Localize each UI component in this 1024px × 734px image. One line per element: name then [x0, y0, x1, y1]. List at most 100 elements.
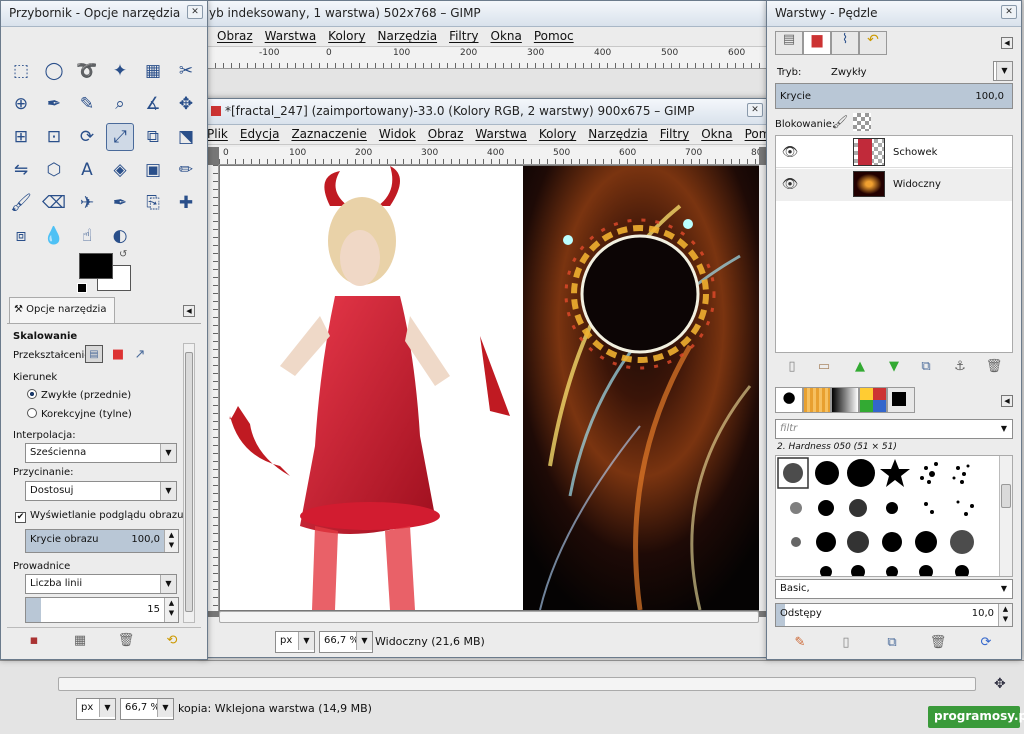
main-zoom-select[interactable]: 66,7 % ▼: [319, 631, 373, 653]
transform-layer-icon[interactable]: ▤: [85, 345, 103, 363]
bucket-fill-tool-icon[interactable]: ◈: [106, 156, 134, 184]
tab-gradients[interactable]: [831, 387, 859, 413]
paintbrush-tool-icon[interactable]: 🖌: [7, 189, 35, 217]
default-colors-icon[interactable]: [77, 283, 87, 293]
foreground-select-tool-icon[interactable]: ⊕: [7, 90, 35, 118]
eye-icon[interactable]: 👁: [781, 143, 799, 161]
duplicate-layer-icon[interactable]: ⧉: [917, 357, 935, 375]
tab-channels[interactable]: ▆: [803, 31, 831, 55]
delete-icon[interactable]: 🗑: [117, 631, 135, 649]
fuzzy-select-tool-icon[interactable]: ✦: [106, 57, 134, 85]
tab-paths[interactable]: ⌇: [831, 31, 859, 55]
tab-menu-icon[interactable]: ◀: [183, 305, 195, 317]
mode-select-arrow[interactable]: ▼: [993, 61, 1013, 81]
eraser-tool-icon[interactable]: ⌫: [40, 189, 68, 217]
menu-filtry[interactable]: Filtry: [449, 29, 478, 43]
back-unit-select[interactable]: px ▼: [76, 698, 116, 720]
close-icon[interactable]: ✕: [747, 103, 763, 117]
brush-filter-input[interactable]: filtr ▼: [775, 419, 1013, 439]
anchor-icon[interactable]: ⚓: [951, 357, 969, 375]
spinner-icon[interactable]: ▲ ▼: [164, 598, 178, 622]
lower-layer-icon[interactable]: ▼: [885, 357, 903, 375]
menu-narzedzia[interactable]: Narzędzia: [378, 29, 438, 43]
tab-palettes[interactable]: [859, 387, 887, 413]
brush-set-select[interactable]: Basic, ▼: [775, 579, 1013, 599]
shear-tool-icon[interactable]: ⧉: [139, 123, 167, 151]
back-horizontal-scrollbar[interactable]: [58, 677, 976, 691]
crop-tool-icon[interactable]: ⊡: [40, 123, 68, 151]
main-window-titlebar[interactable]: *[fractal_247] (zaimportowany)-33.0 (Kol…: [201, 99, 767, 125]
reset-icon[interactable]: ⟲: [163, 631, 181, 649]
transform-selection-icon[interactable]: ■: [109, 345, 127, 363]
scissors-tool-icon[interactable]: ✂: [172, 57, 200, 85]
menu-okna[interactable]: Okna: [701, 127, 732, 141]
direction-corrective-radio[interactable]: Korekcyjne (tylne): [27, 408, 132, 420]
ellipse-select-tool-icon[interactable]: ◯: [40, 57, 68, 85]
zoom-tool-icon[interactable]: ⌕: [106, 90, 134, 118]
main-unit-select[interactable]: px ▼: [275, 631, 315, 653]
smudge-tool-icon[interactable]: ☝: [73, 222, 101, 250]
new-group-icon[interactable]: ▭: [815, 357, 833, 375]
brush-grid-scrollbar[interactable]: [999, 456, 1012, 576]
back-window-titlebar[interactable]: yb indeksowany, 1 warstwa) 502x768 – GIM…: [151, 1, 769, 27]
new-layer-icon[interactable]: ▯: [783, 357, 801, 375]
image-canvas[interactable]: [220, 166, 759, 610]
lines-count-slider[interactable]: 15 ▲ ▼: [25, 597, 179, 623]
transform-path-icon[interactable]: ↗: [131, 345, 149, 363]
restore-icon[interactable]: ▦: [71, 631, 89, 649]
menu-filtry[interactable]: Filtry: [660, 127, 689, 141]
scrollbar-thumb[interactable]: [1001, 484, 1011, 508]
airbrush-tool-icon[interactable]: ✈: [73, 189, 101, 217]
perspective-tool-icon[interactable]: ⬔: [172, 123, 200, 151]
guides-select[interactable]: Liczba linii ▼: [25, 574, 177, 594]
toolbox-titlebar[interactable]: Przybornik - Opcje narzędzia ✕: [1, 1, 207, 27]
delete-icon[interactable]: 🗑: [929, 633, 947, 651]
spinner-icon[interactable]: ▲ ▼: [998, 604, 1012, 626]
back-zoom-select[interactable]: 66,7 % ▼: [120, 698, 174, 720]
new-brush-icon[interactable]: ▯: [837, 633, 855, 651]
flip-tool-icon[interactable]: ⇋: [7, 156, 35, 184]
lock-alpha-icon[interactable]: [853, 113, 871, 131]
menu-edycja[interactable]: Edycja: [240, 127, 280, 141]
interpolation-select[interactable]: Sześcienna ▼: [25, 443, 177, 463]
dodge-tool-icon[interactable]: ◐: [106, 222, 134, 250]
blur-tool-icon[interactable]: 💧: [40, 222, 68, 250]
menu-kolory[interactable]: Kolory: [539, 127, 576, 141]
menu-warstwa[interactable]: Warstwa: [475, 127, 527, 141]
tab-patterns[interactable]: [803, 387, 831, 413]
menu-obraz[interactable]: Obraz: [428, 127, 464, 141]
image-opacity-slider[interactable]: Krycie obrazu 100,0 ▲ ▼: [25, 529, 179, 553]
color-select-tool-icon[interactable]: ▦: [139, 57, 167, 85]
clipping-select[interactable]: Dostosuj ▼: [25, 481, 177, 501]
blend-tool-icon[interactable]: ▣: [139, 156, 167, 184]
menu-obraz[interactable]: Obraz: [217, 29, 253, 43]
move-tool-icon[interactable]: ✥: [172, 90, 200, 118]
navigate-icon[interactable]: ✥: [994, 676, 1006, 692]
delete-icon[interactable]: 🗑: [985, 357, 1003, 375]
layer-opacity-slider[interactable]: Krycie 100,0: [775, 83, 1013, 109]
align-tool-icon[interactable]: ⊞: [7, 123, 35, 151]
spinner-icon[interactable]: ▲ ▼: [164, 530, 178, 552]
raise-layer-icon[interactable]: ▲: [851, 357, 869, 375]
measure-tool-icon[interactable]: ∡: [139, 90, 167, 118]
perspective-clone-tool-icon[interactable]: ⧈: [7, 222, 35, 250]
swap-colors-icon[interactable]: ↺: [119, 249, 127, 260]
text-tool-icon[interactable]: A: [73, 156, 101, 184]
rotate-tool-icon[interactable]: ⟳: [73, 123, 101, 151]
menu-kolory[interactable]: Kolory: [328, 29, 365, 43]
cage-tool-icon[interactable]: ⬡: [40, 156, 68, 184]
heal-tool-icon[interactable]: ✚: [172, 189, 200, 217]
tab-menu-icon[interactable]: ◀: [1001, 37, 1013, 49]
menu-warstwa[interactable]: Warstwa: [265, 29, 317, 43]
ink-tool-icon[interactable]: ✒: [106, 189, 134, 217]
menu-plik[interactable]: Plik: [207, 127, 228, 141]
eye-icon[interactable]: 👁: [781, 175, 799, 193]
menu-widok[interactable]: Widok: [379, 127, 416, 141]
direction-normal-radio[interactable]: Zwykłe (przednie): [27, 389, 131, 401]
save-icon[interactable]: ▪: [25, 631, 43, 649]
main-horizontal-scrollbar[interactable]: [219, 611, 759, 623]
tab-brushes[interactable]: ●: [775, 387, 803, 413]
close-icon[interactable]: ✕: [1001, 5, 1017, 19]
clone-tool-icon[interactable]: ⎘: [139, 189, 167, 217]
options-scrollbar[interactable]: [183, 343, 195, 623]
